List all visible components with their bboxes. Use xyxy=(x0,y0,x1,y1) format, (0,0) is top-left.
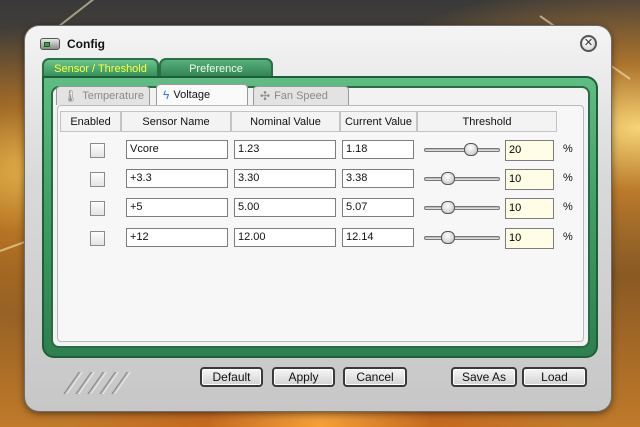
threshold-slider[interactable] xyxy=(424,172,500,186)
nominal-value-field[interactable]: 1.23 xyxy=(234,140,336,159)
tab-preference[interactable]: Preference xyxy=(159,58,273,78)
subtab-fan-speed-label: Fan Speed xyxy=(274,90,328,102)
percent-unit: % xyxy=(563,143,573,155)
enabled-checkbox[interactable] xyxy=(90,143,105,158)
threshold-field[interactable]: 10 xyxy=(505,169,554,190)
thermometer-icon: 🌡︎ xyxy=(63,89,79,103)
current-value-field: 3.38 xyxy=(342,169,414,188)
disk-config-icon xyxy=(39,35,61,53)
close-icon[interactable]: ✕ xyxy=(580,35,597,52)
threshold-slider[interactable] xyxy=(424,231,500,245)
default-button[interactable]: Default xyxy=(200,367,263,387)
percent-unit: % xyxy=(563,201,573,213)
tab-panel-frame: 🌡︎ Temperature ϟ Voltage ✣ Fan Speed Ena… xyxy=(42,76,598,358)
header-enabled: Enabled xyxy=(60,111,121,132)
nominal-value-field[interactable]: 3.30 xyxy=(234,169,336,188)
save-as-button[interactable]: Save As xyxy=(451,367,517,387)
current-value-field: 1.18 xyxy=(342,140,414,159)
header-nominal-value: Nominal Value xyxy=(231,111,340,132)
enabled-checkbox[interactable] xyxy=(90,172,105,187)
threshold-field[interactable]: 20 xyxy=(505,140,554,161)
nominal-value-field[interactable]: 12.00 xyxy=(234,228,336,247)
threshold-slider[interactable] xyxy=(424,143,500,157)
cancel-button[interactable]: Cancel xyxy=(343,367,407,387)
subtab-temperature[interactable]: 🌡︎ Temperature xyxy=(56,86,150,105)
slider-thumb[interactable] xyxy=(440,231,455,244)
slider-thumb[interactable] xyxy=(440,201,455,214)
current-value-field: 12.14 xyxy=(342,228,414,247)
threshold-slider[interactable] xyxy=(424,201,500,215)
sensor-panel: 🌡︎ Temperature ϟ Voltage ✣ Fan Speed Ena… xyxy=(51,84,590,348)
subtab-temperature-label: Temperature xyxy=(82,90,144,102)
percent-unit: % xyxy=(563,172,573,184)
sensor-name-field[interactable]: +3.3 xyxy=(126,169,228,188)
subtab-voltage-label: Voltage xyxy=(173,89,211,101)
sensor-name-field[interactable]: Vcore xyxy=(126,140,228,159)
current-value-field: 5.07 xyxy=(342,198,414,217)
threshold-field[interactable]: 10 xyxy=(505,228,554,249)
table-header: Enabled Sensor Name Nominal Value Curren… xyxy=(60,111,580,132)
threshold-field[interactable]: 10 xyxy=(505,198,554,219)
header-threshold: Threshold xyxy=(417,111,557,132)
table-row: Vcore 1.23 1.18 20 % xyxy=(60,139,580,161)
config-window: Config ✕ Sensor / Threshold Preference 🌡… xyxy=(25,26,611,411)
table-row: +3.3 3.30 3.38 10 % xyxy=(60,168,580,190)
table-row: +5 5.00 5.07 10 % xyxy=(60,197,580,219)
tab-sensor-threshold[interactable]: Sensor / Threshold xyxy=(42,58,159,78)
slider-thumb[interactable] xyxy=(440,172,455,185)
nominal-value-field[interactable]: 5.00 xyxy=(234,198,336,217)
header-current-value: Current Value xyxy=(340,111,417,132)
window-title: Config xyxy=(67,37,105,51)
percent-unit: % xyxy=(563,231,573,243)
enabled-checkbox[interactable] xyxy=(90,201,105,216)
header-sensor-name: Sensor Name xyxy=(121,111,231,132)
subtab-voltage[interactable]: ϟ Voltage xyxy=(156,84,248,105)
slider-thumb[interactable] xyxy=(464,143,479,156)
voltage-table: Enabled Sensor Name Nominal Value Curren… xyxy=(57,105,584,342)
apply-button[interactable]: Apply xyxy=(272,367,335,387)
enabled-checkbox[interactable] xyxy=(90,231,105,246)
title-bar: Config xyxy=(39,34,105,54)
lightning-icon: ϟ xyxy=(163,88,170,102)
table-row: +12 12.00 12.14 10 % xyxy=(60,227,580,249)
resize-grip xyxy=(63,370,131,394)
fan-icon: ✣ xyxy=(260,89,271,103)
sensor-name-field[interactable]: +12 xyxy=(126,228,228,247)
subtab-fan-speed[interactable]: ✣ Fan Speed xyxy=(253,86,349,105)
sensor-name-field[interactable]: +5 xyxy=(126,198,228,217)
load-button[interactable]: Load xyxy=(522,367,587,387)
